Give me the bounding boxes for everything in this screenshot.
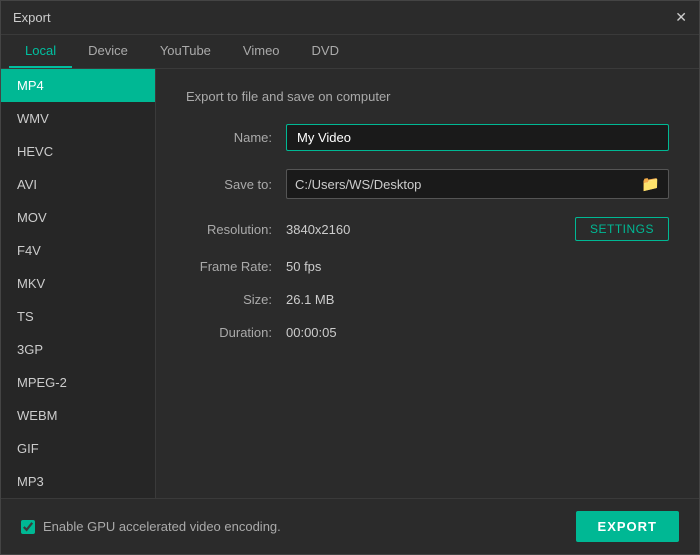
sidebar-item-mkv[interactable]: MKV	[1, 267, 155, 300]
resolution-label: Resolution:	[186, 222, 286, 237]
size-label: Size:	[186, 292, 286, 307]
sidebar-item-mov[interactable]: MOV	[1, 201, 155, 234]
resolution-value: 3840x2160	[286, 222, 575, 237]
sidebar-item-mp4[interactable]: MP4	[1, 69, 155, 102]
name-row: Name:	[186, 124, 669, 151]
sidebar-item-webm[interactable]: WEBM	[1, 399, 155, 432]
export-window: Export ✕ Local Device YouTube Vimeo DVD …	[0, 0, 700, 555]
sidebar-item-gif[interactable]: GIF	[1, 432, 155, 465]
name-input[interactable]	[286, 124, 669, 151]
tab-local[interactable]: Local	[9, 35, 72, 68]
title-bar: Export ✕	[1, 1, 699, 35]
sidebar-item-avi[interactable]: AVI	[1, 168, 155, 201]
tab-dvd[interactable]: DVD	[296, 35, 355, 68]
path-container: 📁	[286, 169, 669, 199]
duration-row: Duration: 00:00:05	[186, 325, 669, 340]
sidebar-item-mpeg2[interactable]: MPEG-2	[1, 366, 155, 399]
section-title: Export to file and save on computer	[186, 89, 669, 104]
tab-youtube[interactable]: YouTube	[144, 35, 227, 68]
sidebar-item-f4v[interactable]: F4V	[1, 234, 155, 267]
content-area: MP4 WMV HEVC AVI MOV F4V MKV TS 3GP MPEG…	[1, 69, 699, 498]
resolution-value-row: 3840x2160 SETTINGS	[286, 217, 669, 241]
settings-button[interactable]: SETTINGS	[575, 217, 669, 241]
sidebar-item-mp3[interactable]: MP3	[1, 465, 155, 498]
sidebar: MP4 WMV HEVC AVI MOV F4V MKV TS 3GP MPEG…	[1, 69, 156, 498]
tab-device[interactable]: Device	[72, 35, 144, 68]
frame-rate-row: Frame Rate: 50 fps	[186, 259, 669, 274]
gpu-label: Enable GPU accelerated video encoding.	[43, 519, 281, 534]
tab-vimeo[interactable]: Vimeo	[227, 35, 296, 68]
close-button[interactable]: ✕	[675, 9, 687, 26]
name-label: Name:	[186, 130, 286, 145]
duration-label: Duration:	[186, 325, 286, 340]
save-to-row: Save to: 📁	[186, 169, 669, 199]
main-panel: Export to file and save on computer Name…	[156, 69, 699, 498]
path-input[interactable]	[295, 177, 635, 192]
folder-icon[interactable]: 📁	[641, 175, 660, 193]
size-row: Size: 26.1 MB	[186, 292, 669, 307]
resolution-row: Resolution: 3840x2160 SETTINGS	[186, 217, 669, 241]
gpu-checkbox[interactable]	[21, 520, 35, 534]
export-button[interactable]: EXPORT	[576, 511, 679, 542]
tab-bar: Local Device YouTube Vimeo DVD	[1, 35, 699, 69]
sidebar-item-ts[interactable]: TS	[1, 300, 155, 333]
frame-rate-label: Frame Rate:	[186, 259, 286, 274]
gpu-encoding-row: Enable GPU accelerated video encoding.	[21, 519, 281, 534]
frame-rate-value: 50 fps	[286, 259, 321, 274]
sidebar-item-hevc[interactable]: HEVC	[1, 135, 155, 168]
duration-value: 00:00:05	[286, 325, 337, 340]
size-value: 26.1 MB	[286, 292, 334, 307]
window-title: Export	[13, 10, 51, 25]
sidebar-item-3gp[interactable]: 3GP	[1, 333, 155, 366]
save-to-label: Save to:	[186, 177, 286, 192]
footer: Enable GPU accelerated video encoding. E…	[1, 498, 699, 554]
sidebar-item-wmv[interactable]: WMV	[1, 102, 155, 135]
